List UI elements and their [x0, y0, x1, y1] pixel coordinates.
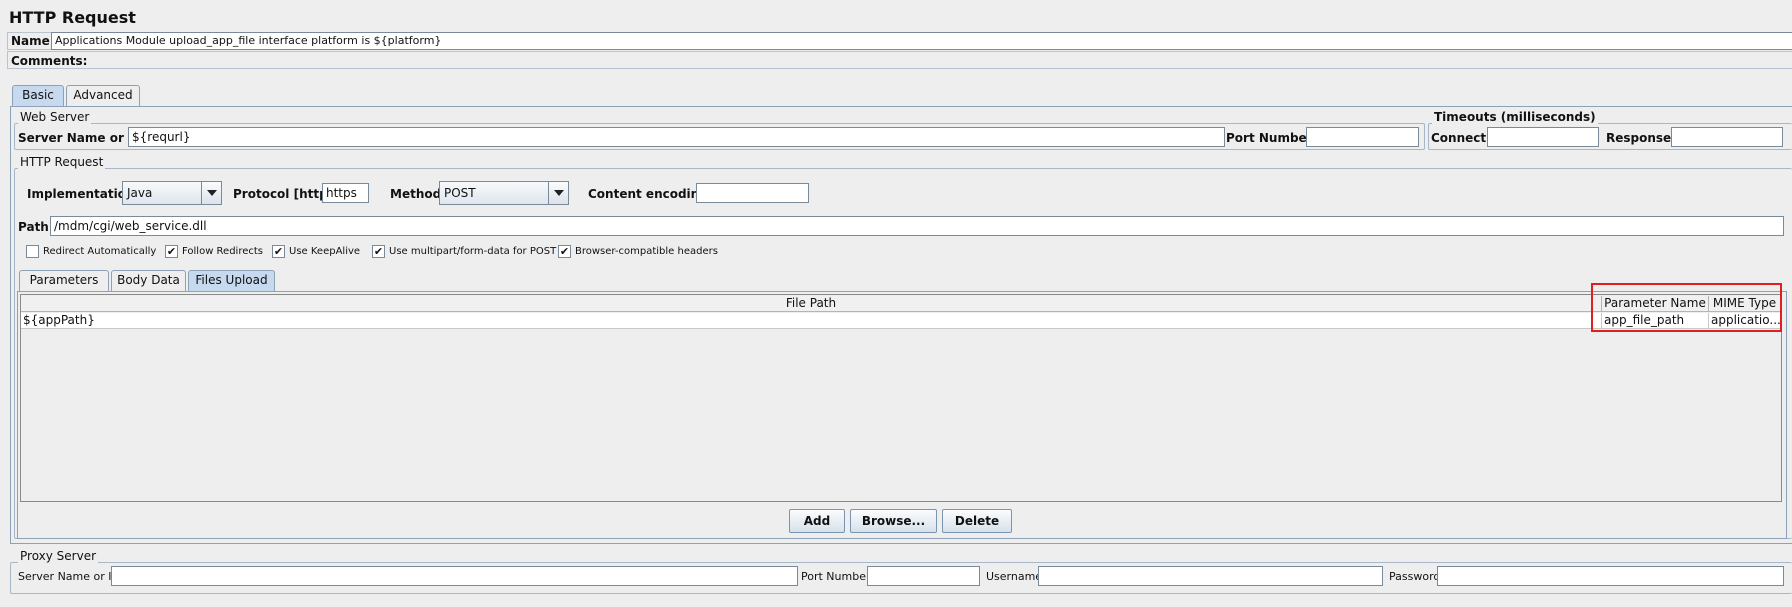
check-icon: ✔	[558, 245, 571, 258]
proxy-port-label: Port Number:	[801, 570, 875, 583]
column-header-file-path[interactable]: File Path	[21, 296, 1602, 312]
check-icon: ✔	[165, 245, 178, 258]
checkbox-box	[26, 245, 39, 258]
checkbox-label: Use multipart/form-data for POST	[389, 246, 557, 257]
method-label: Method:	[390, 187, 446, 201]
browse-button[interactable]: Browse...	[850, 509, 937, 533]
chevron-down-icon[interactable]	[201, 182, 221, 204]
http-request-legend: HTTP Request	[18, 155, 106, 169]
connect-timeout-input[interactable]	[1487, 127, 1599, 147]
proxy-username-input[interactable]	[1038, 566, 1383, 586]
proxy-password-label: Password	[1389, 570, 1441, 583]
redirect-automatically-checkbox[interactable]: Redirect Automatically	[26, 245, 156, 258]
proxy-port-input[interactable]	[867, 566, 980, 586]
server-name-input[interactable]: ${requrl}	[128, 127, 1225, 147]
chevron-down-icon[interactable]	[548, 182, 568, 204]
proxy-server-name-input[interactable]	[111, 566, 798, 586]
add-button[interactable]: Add	[789, 509, 845, 533]
server-name-label: Server Name or IP:	[18, 131, 147, 145]
implementation-select[interactable]: Java	[122, 181, 222, 205]
port-number-label: Port Number:	[1226, 131, 1318, 145]
proxy-password-input[interactable]	[1437, 566, 1784, 586]
proxy-server-legend: Proxy Server	[18, 549, 99, 563]
tab-files-upload[interactable]: Files Upload	[188, 270, 275, 291]
checkbox-label: Redirect Automatically	[43, 246, 157, 257]
checkbox-label: Follow Redirects	[182, 246, 263, 257]
response-label: Response:	[1606, 131, 1676, 145]
check-icon: ✔	[272, 245, 285, 258]
follow-redirects-checkbox[interactable]: ✔ Follow Redirects	[165, 245, 263, 258]
port-number-input[interactable]	[1306, 127, 1419, 147]
method-select[interactable]: POST	[439, 181, 569, 205]
protocol-input[interactable]: https	[322, 183, 369, 203]
tab-advanced[interactable]: Advanced	[66, 85, 140, 106]
delete-button[interactable]: Delete	[942, 509, 1012, 533]
table-cell-file-path[interactable]: ${appPath}	[21, 313, 1602, 329]
checkbox-label: Use KeepAlive	[289, 246, 361, 257]
connect-label: Connect:	[1431, 131, 1491, 145]
comments-label: Comments:	[11, 54, 88, 68]
use-keepalive-checkbox[interactable]: ✔ Use KeepAlive	[272, 245, 360, 258]
comments-row: Comments:	[7, 51, 1792, 69]
path-input[interactable]: /mdm/cgi/web_service.dll	[50, 216, 1784, 236]
content-encoding-input[interactable]	[696, 183, 809, 203]
name-field[interactable]: Applications Module upload_app_file inte…	[51, 32, 1792, 50]
content-encoding-label: Content encoding:	[588, 187, 713, 201]
method-value: POST	[444, 186, 476, 200]
browser-compatible-headers-checkbox[interactable]: ✔ Browser-compatible headers	[558, 245, 718, 258]
tab-basic[interactable]: Basic	[12, 85, 64, 106]
highlight-box	[1591, 283, 1782, 332]
name-row: Name: Applications Module upload_app_fil…	[7, 32, 1792, 50]
implementation-value: Java	[127, 186, 153, 200]
proxy-username-label: Username	[986, 570, 1043, 583]
tab-parameters[interactable]: Parameters	[19, 270, 109, 291]
name-label: Name:	[11, 34, 55, 48]
web-server-legend: Web Server	[18, 110, 92, 124]
page-title: HTTP Request	[9, 8, 136, 27]
proxy-server-name-label: Server Name or IP:	[18, 570, 122, 583]
response-timeout-input[interactable]	[1671, 127, 1783, 147]
timeouts-legend: Timeouts (milliseconds)	[1432, 110, 1598, 124]
check-icon: ✔	[372, 245, 385, 258]
use-multipart-checkbox[interactable]: ✔ Use multipart/form-data for POST	[372, 245, 556, 258]
checkbox-label: Browser-compatible headers	[575, 246, 718, 257]
tab-body-data[interactable]: Body Data	[111, 270, 186, 291]
path-label: Path:	[18, 220, 54, 234]
